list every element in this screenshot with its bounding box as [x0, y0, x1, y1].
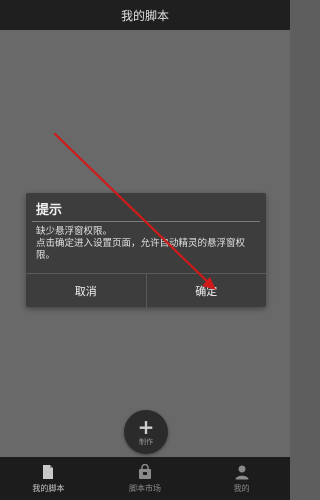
dialog-button-row: 取消 确定 [26, 273, 266, 308]
nav-item-my-scripts[interactable]: 我的脚本 [0, 457, 97, 500]
dialog-message: 缺少悬浮窗权限。 点击确定进入设置页面，允许自动精灵的悬浮窗权限。 [36, 226, 258, 262]
create-script-button[interactable]: + 制作 [124, 410, 168, 454]
confirm-button[interactable]: 确定 [145, 274, 267, 308]
header-bar: 我的脚本 [0, 0, 290, 30]
permission-dialog: 提示 缺少悬浮窗权限。 点击确定进入设置页面，允许自动精灵的悬浮窗权限。 取消 … [26, 193, 266, 308]
nav-label-me: 我的 [233, 483, 250, 493]
page-title: 我的脚本 [120, 8, 169, 23]
cancel-button[interactable]: 取消 [26, 274, 146, 308]
document-icon [43, 464, 54, 479]
nav-label-my-scripts: 我的脚本 [32, 483, 65, 493]
nav-item-me[interactable]: 我的 [193, 457, 290, 500]
bottom-nav: 我的脚本 脚本市场 我的 [0, 457, 290, 500]
dialog-message-line1: 缺少悬浮窗权限。 [36, 226, 113, 237]
nav-label-script-market: 脚本市场 [129, 483, 161, 493]
person-icon [235, 465, 249, 479]
plus-icon: + [137, 414, 155, 439]
nav-item-script-market[interactable]: 脚本市场 [97, 457, 194, 500]
dialog-divider [32, 221, 260, 222]
create-label: 制作 [139, 437, 153, 446]
dialog-message-line2: 点击确定进入设置页面，允许自动精灵的悬浮窗权限。 [36, 238, 246, 261]
dialog-title: 提示 [36, 203, 63, 218]
market-bag-icon [139, 463, 151, 479]
